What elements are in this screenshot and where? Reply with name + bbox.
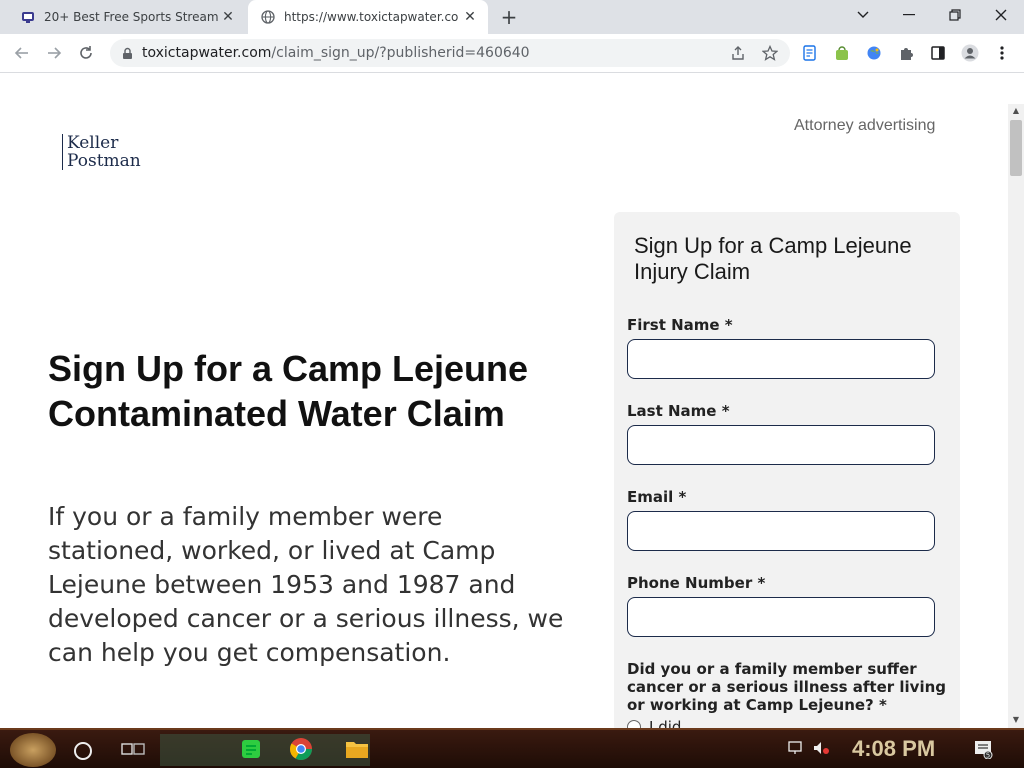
task-view-icon[interactable] (120, 738, 148, 762)
volume-muted-icon[interactable] (812, 740, 830, 760)
scroll-up-arrow-icon[interactable]: ▲ (1008, 104, 1024, 118)
url-text[interactable]: toxictapwater.com/claim_sign_up/?publish… (142, 45, 530, 61)
keller-postman-logo[interactable]: Keller Postman (62, 134, 141, 170)
taskbar-panel (160, 734, 370, 766)
more-menu-icon[interactable] (991, 42, 1013, 64)
logo-line-2: Postman (67, 151, 141, 171)
url-host: toxictapwater.com (142, 45, 272, 61)
address-bar[interactable]: toxictapwater.com/claim_sign_up/?publish… (110, 39, 790, 67)
notification-center-icon[interactable]: 5 (972, 738, 994, 760)
tab-strip: 20+ Best Free Sports Streamin ✕ https://… (0, 0, 1024, 34)
first-name-input[interactable] (627, 339, 935, 379)
sign-up-form-card (614, 212, 960, 732)
extensions-puzzle-icon[interactable] (895, 42, 917, 64)
hero-description: If you or a family member were stationed… (48, 502, 564, 667)
profile-avatar-icon[interactable] (959, 42, 981, 64)
close-tab-icon[interactable]: ✕ (462, 9, 478, 25)
attorney-advertising-label: Attorney advertising (794, 117, 936, 134)
cortana-circle-icon[interactable] (74, 742, 92, 760)
tv-favicon-icon (20, 9, 36, 25)
logo-line-1: Keller (67, 133, 119, 153)
tab-toxictapwater[interactable]: https://www.toxictapwater.con ✕ (248, 0, 488, 34)
last-name-label: Last Name * (627, 402, 730, 420)
globe-extension-icon[interactable] (863, 42, 885, 64)
side-panel-icon[interactable] (927, 42, 949, 64)
notification-count: 5 (986, 752, 990, 760)
url-path: /claim_sign_up/?publisherid=460640 (271, 45, 530, 61)
email-label: Email * (627, 488, 687, 506)
bookmark-star-icon[interactable] (759, 42, 781, 64)
scrollbar-track[interactable] (1008, 104, 1024, 728)
reload-icon[interactable] (74, 41, 98, 65)
file-explorer-icon[interactable] (344, 736, 370, 762)
tab-search-chevron-icon[interactable] (840, 0, 886, 30)
phone-number-label: Phone Number * (627, 574, 766, 592)
taskbar-clock[interactable]: 4:08 PM (852, 736, 935, 762)
page-title: Sign Up for a Camp Lejeune Contaminated … (48, 348, 529, 434)
forward-arrow-icon[interactable] (42, 41, 66, 65)
shopping-bag-extension-icon[interactable] (831, 42, 853, 64)
tab-title: 20+ Best Free Sports Streamin (44, 10, 218, 24)
scroll-down-arrow-icon[interactable]: ▼ (1008, 713, 1024, 727)
back-arrow-icon[interactable] (10, 41, 34, 65)
form-title: Sign Up for a Camp Lejeune Injury Claim (634, 233, 912, 284)
minimize-icon[interactable] (886, 0, 932, 30)
browser-toolbar: toxictapwater.com/claim_sign_up/?publish… (0, 34, 1024, 73)
chrome-app-icon[interactable] (288, 736, 314, 762)
tab-sports-streaming[interactable]: 20+ Best Free Sports Streamin ✕ (8, 0, 246, 34)
system-tray (770, 736, 830, 764)
lock-icon[interactable] (120, 46, 134, 60)
network-icon[interactable] (788, 740, 806, 760)
notes-app-icon[interactable] (238, 736, 264, 762)
share-icon[interactable] (727, 42, 749, 64)
windows-taskbar: 4:08 PM 5 (0, 728, 1024, 768)
tab-title: https://www.toxictapwater.con (284, 10, 458, 24)
email-input[interactable] (627, 511, 935, 551)
close-window-icon[interactable] (978, 0, 1024, 30)
start-button-icon[interactable] (10, 733, 56, 767)
last-name-input[interactable] (627, 425, 935, 465)
first-name-label: First Name * (627, 316, 733, 334)
new-tab-plus-icon[interactable]: + (498, 6, 520, 28)
restore-icon[interactable] (932, 0, 978, 30)
phone-number-input[interactable] (627, 597, 935, 637)
scrollbar-thumb[interactable] (1010, 120, 1022, 176)
close-tab-icon[interactable]: ✕ (220, 9, 236, 25)
illness-question: Did you or a family member suffer cancer… (627, 660, 947, 714)
notes-extension-icon[interactable] (799, 42, 821, 64)
globe-favicon-icon (260, 9, 276, 25)
